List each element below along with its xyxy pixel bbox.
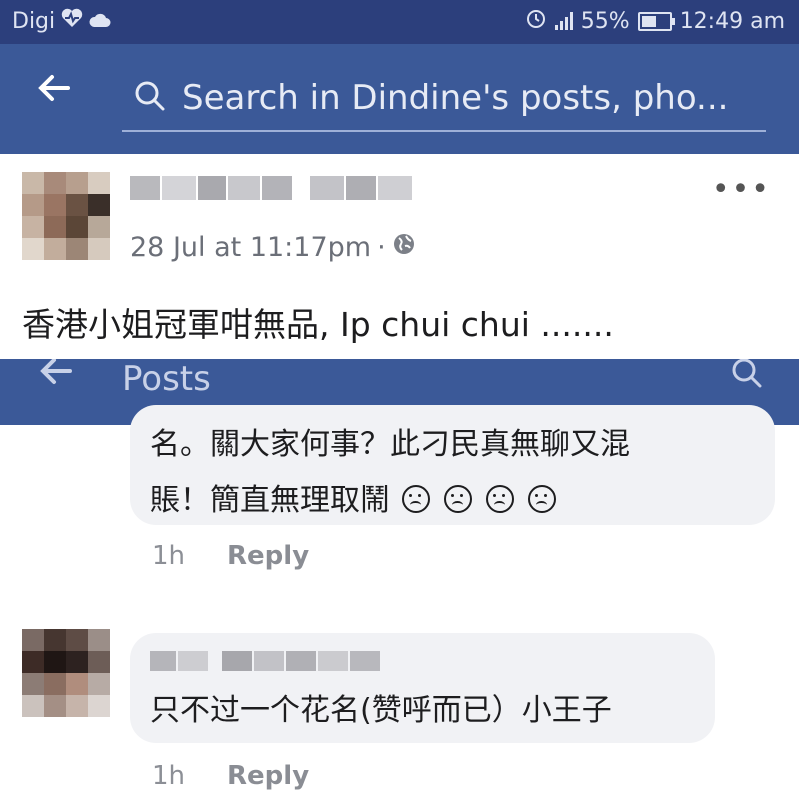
status-left: Digi <box>12 8 111 34</box>
posts-title: Posts <box>122 359 211 399</box>
comment-time: 1h <box>152 541 186 571</box>
battery-icon <box>637 11 675 31</box>
cloud-icon <box>89 9 111 34</box>
signal-icon <box>554 12 573 30</box>
heart-rate-icon <box>61 8 83 34</box>
comment-time: 1h <box>152 761 186 791</box>
back-arrow-icon[interactable] <box>34 68 74 115</box>
comment-meta: 1h Reply <box>152 761 309 791</box>
post-card: ••• 28 Jul at 11:17pm · 香港小姐冠軍咁無品, Ip ch… <box>0 154 799 359</box>
search-input[interactable]: Search in Dindine's posts, pho... <box>122 70 766 132</box>
search-icon[interactable] <box>729 359 765 399</box>
post-timestamp[interactable]: 28 Jul at 11:17pm <box>130 232 371 263</box>
meta-separator: · <box>377 232 386 263</box>
status-right: 55% 12:49 am <box>525 7 785 35</box>
alarm-icon <box>525 7 547 35</box>
search-placeholder: Search in Dindine's posts, pho... <box>182 78 729 118</box>
post-text: 香港小姐冠軍咁無品, Ip chui chui ....... <box>22 305 614 344</box>
reply-button[interactable]: Reply <box>227 761 309 791</box>
author-name-blurred[interactable] <box>130 176 412 200</box>
angry-face-icon <box>486 485 514 513</box>
angry-face-icon <box>528 485 556 513</box>
status-bar: Digi 55% 12:49 am <box>0 0 799 44</box>
angry-face-icon <box>444 485 472 513</box>
search-icon <box>132 78 168 118</box>
reply-button[interactable]: Reply <box>227 541 309 571</box>
battery-percent: 55% <box>580 8 630 34</box>
author-name-blurred[interactable] <box>150 651 380 671</box>
globe-icon <box>392 232 416 263</box>
angry-face-icon <box>402 485 430 513</box>
carrier-label: Digi <box>12 8 56 34</box>
avatar[interactable] <box>22 172 110 260</box>
search-header: Search in Dindine's posts, pho... <box>0 44 799 154</box>
more-dots-icon[interactable]: ••• <box>712 172 771 207</box>
comment-line: 名。關大家何事？此刁民真無聊又混 <box>150 427 630 462</box>
avatar[interactable] <box>22 629 110 717</box>
comment-line-text: 賬！簡直無理取鬧 <box>150 483 390 518</box>
comments-list: 名。關大家何事？此刁民真無聊又混 賬！簡直無理取鬧 1h Reply 只不过一个… <box>0 405 799 799</box>
clock: 12:49 am <box>679 8 785 34</box>
post-meta: 28 Jul at 11:17pm · <box>130 232 416 263</box>
comment-line: 賬！簡直無理取鬧 <box>150 473 630 529</box>
comment-meta: 1h Reply <box>152 541 309 571</box>
comment-text: 名。關大家何事？此刁民真無聊又混 賬！簡直無理取鬧 <box>150 417 630 529</box>
comment-text: 只不过一个花名(赞呼而已）小王子 <box>150 693 612 728</box>
back-arrow-icon[interactable] <box>36 359 76 403</box>
